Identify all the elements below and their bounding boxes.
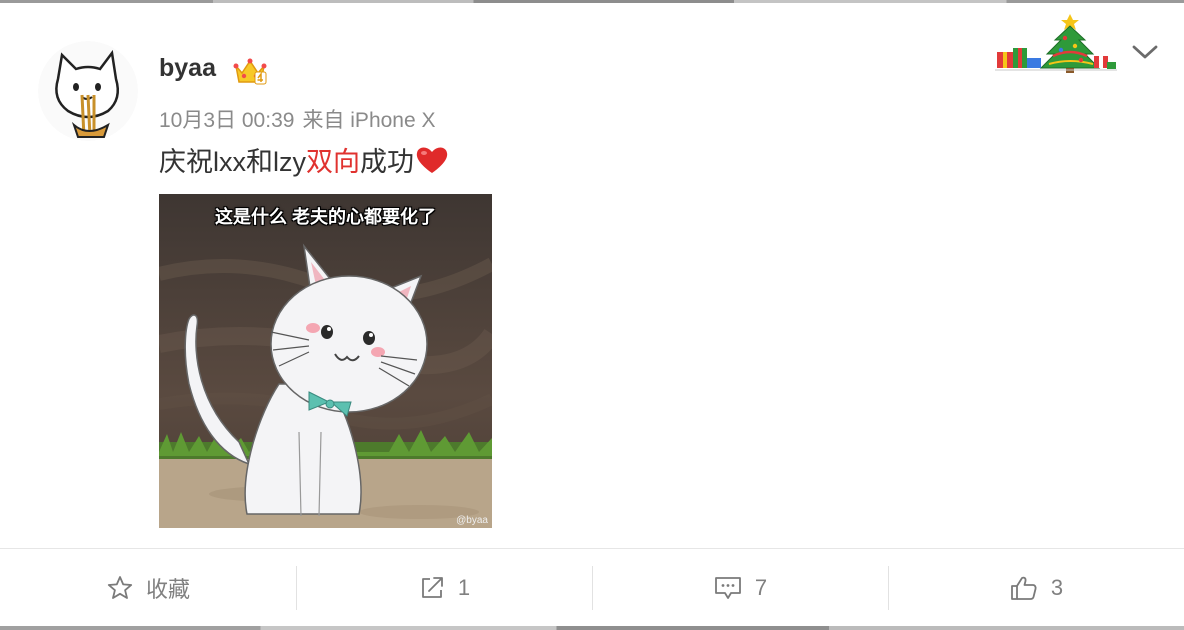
- chevron-down-icon[interactable]: [1131, 42, 1159, 62]
- favorite-button[interactable]: 收藏: [0, 566, 296, 610]
- vip-crown-icon[interactable]: [233, 56, 267, 86]
- white-cat-illustration: [159, 194, 492, 528]
- top-edge: [0, 0, 1184, 3]
- red-heart-icon: [415, 145, 449, 183]
- like-count: 3: [1050, 575, 1064, 600]
- image-caption: 这是什么 老夫的心都要化了: [215, 207, 436, 227]
- favorite-label: 收藏: [145, 577, 190, 602]
- user-avatar[interactable]: [38, 41, 138, 141]
- post-meta: 10月3日 00:39 来自 iPhone X: [159, 104, 436, 134]
- share-icon: [421, 577, 443, 598]
- bottom-edge: [0, 626, 1184, 630]
- thumbs-up-icon: [1010, 576, 1037, 600]
- post-text-start: 庆祝lxx和lzy: [159, 147, 306, 177]
- post-text: 庆祝lxx和lzy双向成功: [159, 145, 449, 183]
- star-icon: [107, 576, 133, 599]
- post-date[interactable]: 10月3日 00:39: [159, 109, 294, 132]
- like-button[interactable]: 3: [888, 566, 1184, 610]
- post-text-highlight: 双向: [306, 147, 360, 177]
- repost-button[interactable]: 1: [296, 566, 592, 610]
- comment-icon: [714, 577, 741, 599]
- comment-button[interactable]: 7: [592, 566, 888, 610]
- repost-count: 1: [457, 575, 471, 600]
- christmas-tree-decoration: [995, 12, 1117, 74]
- action-bar: 收藏 1 7 3: [0, 548, 1184, 627]
- image-watermark: @byaa: [456, 515, 488, 526]
- post-source: 来自 iPhone X: [302, 109, 436, 132]
- post-text-end: 成功: [360, 147, 414, 177]
- cat-avatar-icon: [38, 41, 138, 141]
- username[interactable]: byaa: [159, 54, 216, 83]
- post-image[interactable]: 这是什么 老夫的心都要化了 @byaa: [159, 194, 492, 528]
- comment-count: 7: [754, 575, 768, 600]
